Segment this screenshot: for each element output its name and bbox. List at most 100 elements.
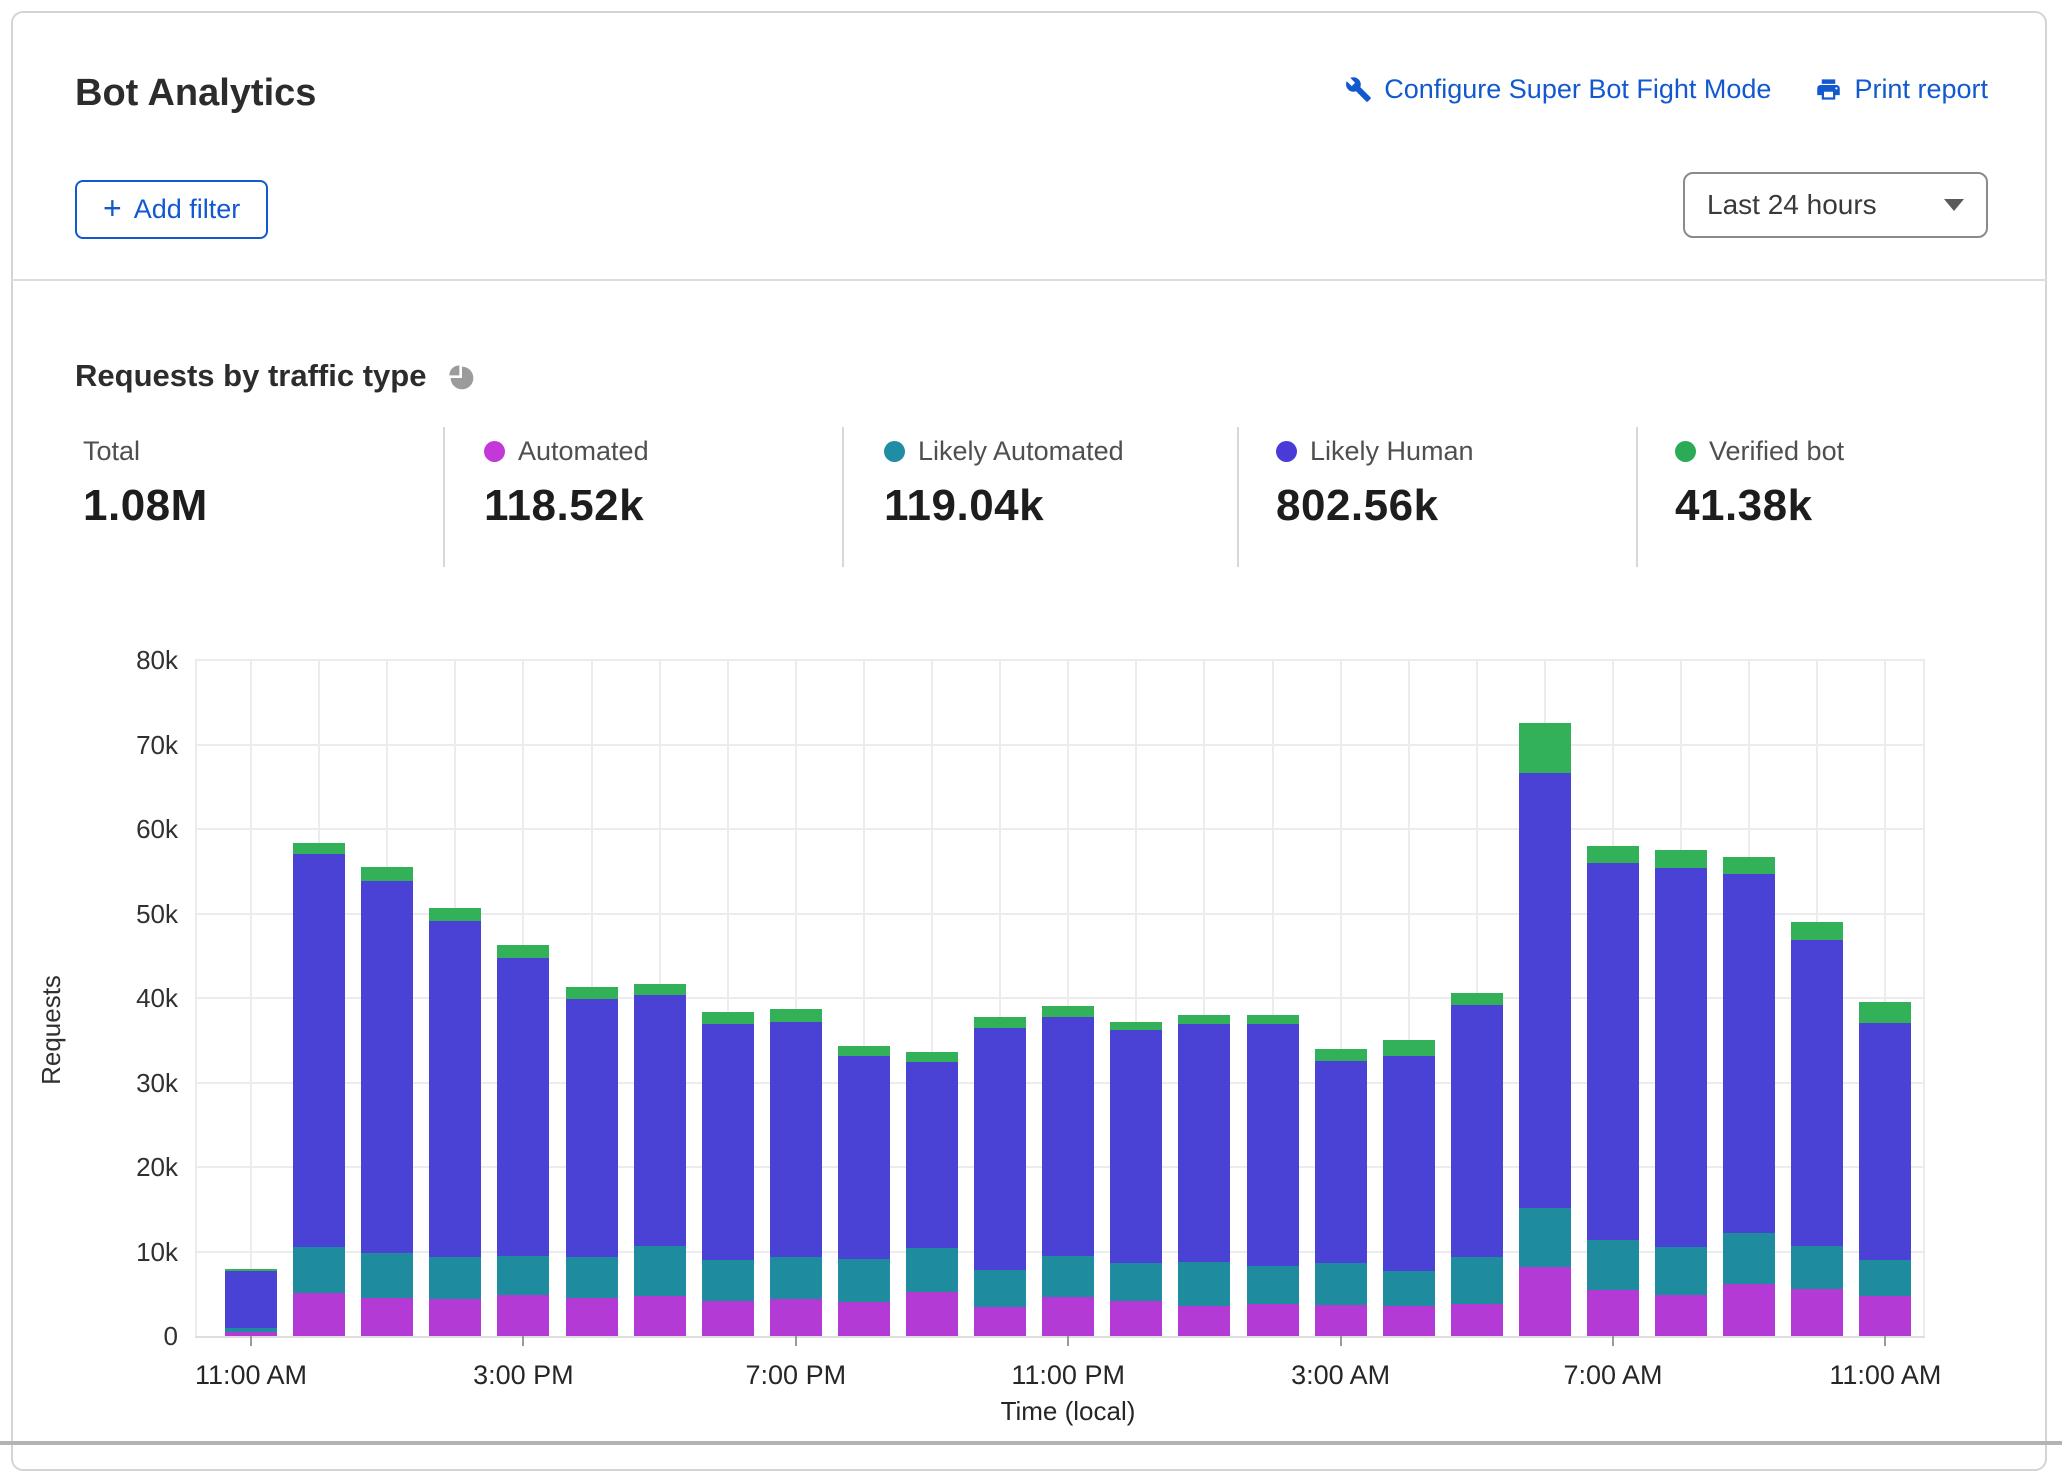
bar-12-00-am[interactable]: [1110, 660, 1163, 1336]
stat-verified-bot-label: Verified bot: [1709, 436, 1845, 466]
bar-segment-verified-bot: [1655, 850, 1708, 868]
bar-segment-likely-automated: [837, 1259, 890, 1303]
bar-5-00-pm[interactable]: [633, 660, 686, 1336]
bar-segment-automated: [1314, 1304, 1367, 1336]
stat-verified-bot[interactable]: Verified bot 41.38k: [1675, 436, 1844, 531]
bar-segment-automated: [1518, 1266, 1571, 1336]
bar-segment-verified-bot: [1178, 1014, 1231, 1025]
bar-3-00-pm[interactable]: [497, 660, 550, 1336]
y-axis-tick-label: 10k: [136, 1236, 178, 1267]
bar-segment-likely-human: [361, 881, 414, 1254]
x-axis-tick-label: 3:00 AM: [1291, 1360, 1391, 1390]
x-axis-title: Time (local): [1000, 1396, 1136, 1426]
x-axis-tick-label: 7:00 AM: [1563, 1360, 1663, 1390]
y-axis-tick-label: 30k: [136, 1067, 178, 1098]
bar-6-00-pm[interactable]: [701, 660, 754, 1336]
bar-segment-verified-bot: [1859, 1002, 1912, 1023]
bar-segment-verified-bot: [293, 842, 346, 855]
section-heading: Requests by traffic type: [75, 358, 476, 394]
stat-automated-label: Automated: [518, 436, 649, 466]
bar-9-00-am[interactable]: [1723, 660, 1776, 1336]
bar-segment-likely-automated: [1042, 1255, 1095, 1298]
bar-segment-verified-bot: [701, 1012, 754, 1025]
header-actions: Configure Super Bot Fight Mode Print rep…: [1345, 74, 1988, 105]
bar-2-00-am[interactable]: [1246, 660, 1299, 1336]
print-report-link[interactable]: Print report: [1815, 74, 1988, 105]
bar-segment-verified-bot: [906, 1052, 958, 1063]
bar-11-00-am[interactable]: [225, 660, 277, 1336]
bar-segment-verified-bot: [633, 983, 686, 995]
bar-segment-verified-bot: [361, 867, 414, 882]
bar-segment-likely-automated: [1723, 1232, 1776, 1284]
bar-7-00-pm[interactable]: [769, 660, 822, 1336]
stat-likely-automated[interactable]: Likely Automated 119.04k: [884, 436, 1124, 531]
stat-automated[interactable]: Automated 118.52k: [484, 436, 649, 531]
bar-segment-likely-human: [974, 1028, 1027, 1271]
printer-icon: [1815, 76, 1842, 103]
bar-4-00-am[interactable]: [1382, 660, 1435, 1336]
time-range-select[interactable]: Last 24 hours: [1683, 172, 1988, 238]
bar-12-00-pm[interactable]: [293, 660, 346, 1336]
bar-segment-automated: [974, 1307, 1027, 1336]
bar-segment-verified-bot: [1042, 1005, 1095, 1017]
bar-segment-likely-automated: [974, 1270, 1027, 1308]
page-title: Bot Analytics: [75, 72, 317, 114]
bar-segment-likely-human: [293, 854, 346, 1248]
gridline-vertical: [195, 660, 197, 1336]
bar-1-00-am[interactable]: [1178, 660, 1231, 1336]
x-axis-tick: [1884, 1336, 1887, 1346]
stat-verified-bot-value: 41.38k: [1675, 481, 1813, 530]
stat-likely-human[interactable]: Likely Human 802.56k: [1276, 436, 1474, 531]
bar-9-00-pm[interactable]: [906, 660, 958, 1336]
bar-1-00-pm[interactable]: [361, 660, 414, 1336]
bar-segment-likely-human: [1859, 1022, 1912, 1260]
bar-6-00-am[interactable]: [1518, 660, 1571, 1336]
bar-segment-likely-human: [906, 1062, 958, 1249]
bar-segment-likely-human: [565, 998, 618, 1258]
bar-11-00-pm[interactable]: [1042, 660, 1095, 1336]
bar-segment-automated: [1382, 1306, 1435, 1336]
bar-segment-verified-bot: [565, 987, 618, 999]
likely-automated-dot: [884, 441, 905, 462]
bar-4-00-pm[interactable]: [565, 660, 618, 1336]
bar-7-00-am[interactable]: [1587, 660, 1639, 1336]
x-axis-tick: [1067, 1336, 1070, 1346]
bar-10-00-pm[interactable]: [974, 660, 1027, 1336]
stat-automated-value: 118.52k: [484, 481, 645, 530]
bar-segment-automated: [701, 1300, 754, 1336]
bar-segment-automated: [837, 1302, 890, 1336]
bar-segment-likely-automated: [769, 1257, 822, 1299]
x-axis-tick-label: 11:00 AM: [1829, 1360, 1942, 1390]
bar-segment-verified-bot: [429, 907, 482, 922]
bar-segment-likely-automated: [1450, 1256, 1503, 1304]
bar-segment-verified-bot: [974, 1016, 1027, 1029]
bar-segment-likely-automated: [906, 1248, 958, 1293]
bar-segment-verified-bot: [1450, 992, 1503, 1005]
bar-8-00-pm[interactable]: [837, 660, 890, 1336]
bar-segment-likely-automated: [1587, 1239, 1639, 1291]
bar-10-00-am[interactable]: [1791, 660, 1844, 1336]
bar-segment-automated: [1178, 1305, 1231, 1336]
bar-5-00-am[interactable]: [1450, 660, 1503, 1336]
bar-2-00-pm[interactable]: [429, 660, 482, 1336]
configure-super-bot-fight-mode-link[interactable]: Configure Super Bot Fight Mode: [1345, 74, 1771, 105]
x-axis-tick: [1612, 1336, 1614, 1346]
bar-3-00-am[interactable]: [1314, 660, 1367, 1336]
x-axis-tick-label: 7:00 PM: [745, 1360, 847, 1390]
add-filter-button[interactable]: + Add filter: [75, 180, 269, 239]
bar-segment-verified-bot: [837, 1046, 890, 1057]
bar-segment-verified-bot: [1587, 845, 1639, 863]
bar-segment-automated: [1110, 1300, 1163, 1336]
stat-total[interactable]: Total 1.08M: [83, 436, 208, 531]
bar-11-00-am[interactable]: [1859, 660, 1912, 1336]
bar-segment-likely-human: [837, 1056, 890, 1260]
bar-segment-likely-human: [1791, 939, 1844, 1246]
bar-segment-automated: [497, 1295, 550, 1336]
print-link-label: Print report: [1854, 74, 1988, 104]
stat-divider: [1636, 427, 1638, 567]
bar-segment-automated: [1859, 1296, 1912, 1336]
chevron-down-icon: [1944, 199, 1964, 211]
bar-segment-likely-human: [769, 1021, 822, 1258]
x-axis-tick: [1339, 1336, 1342, 1346]
bar-8-00-am[interactable]: [1655, 660, 1708, 1336]
